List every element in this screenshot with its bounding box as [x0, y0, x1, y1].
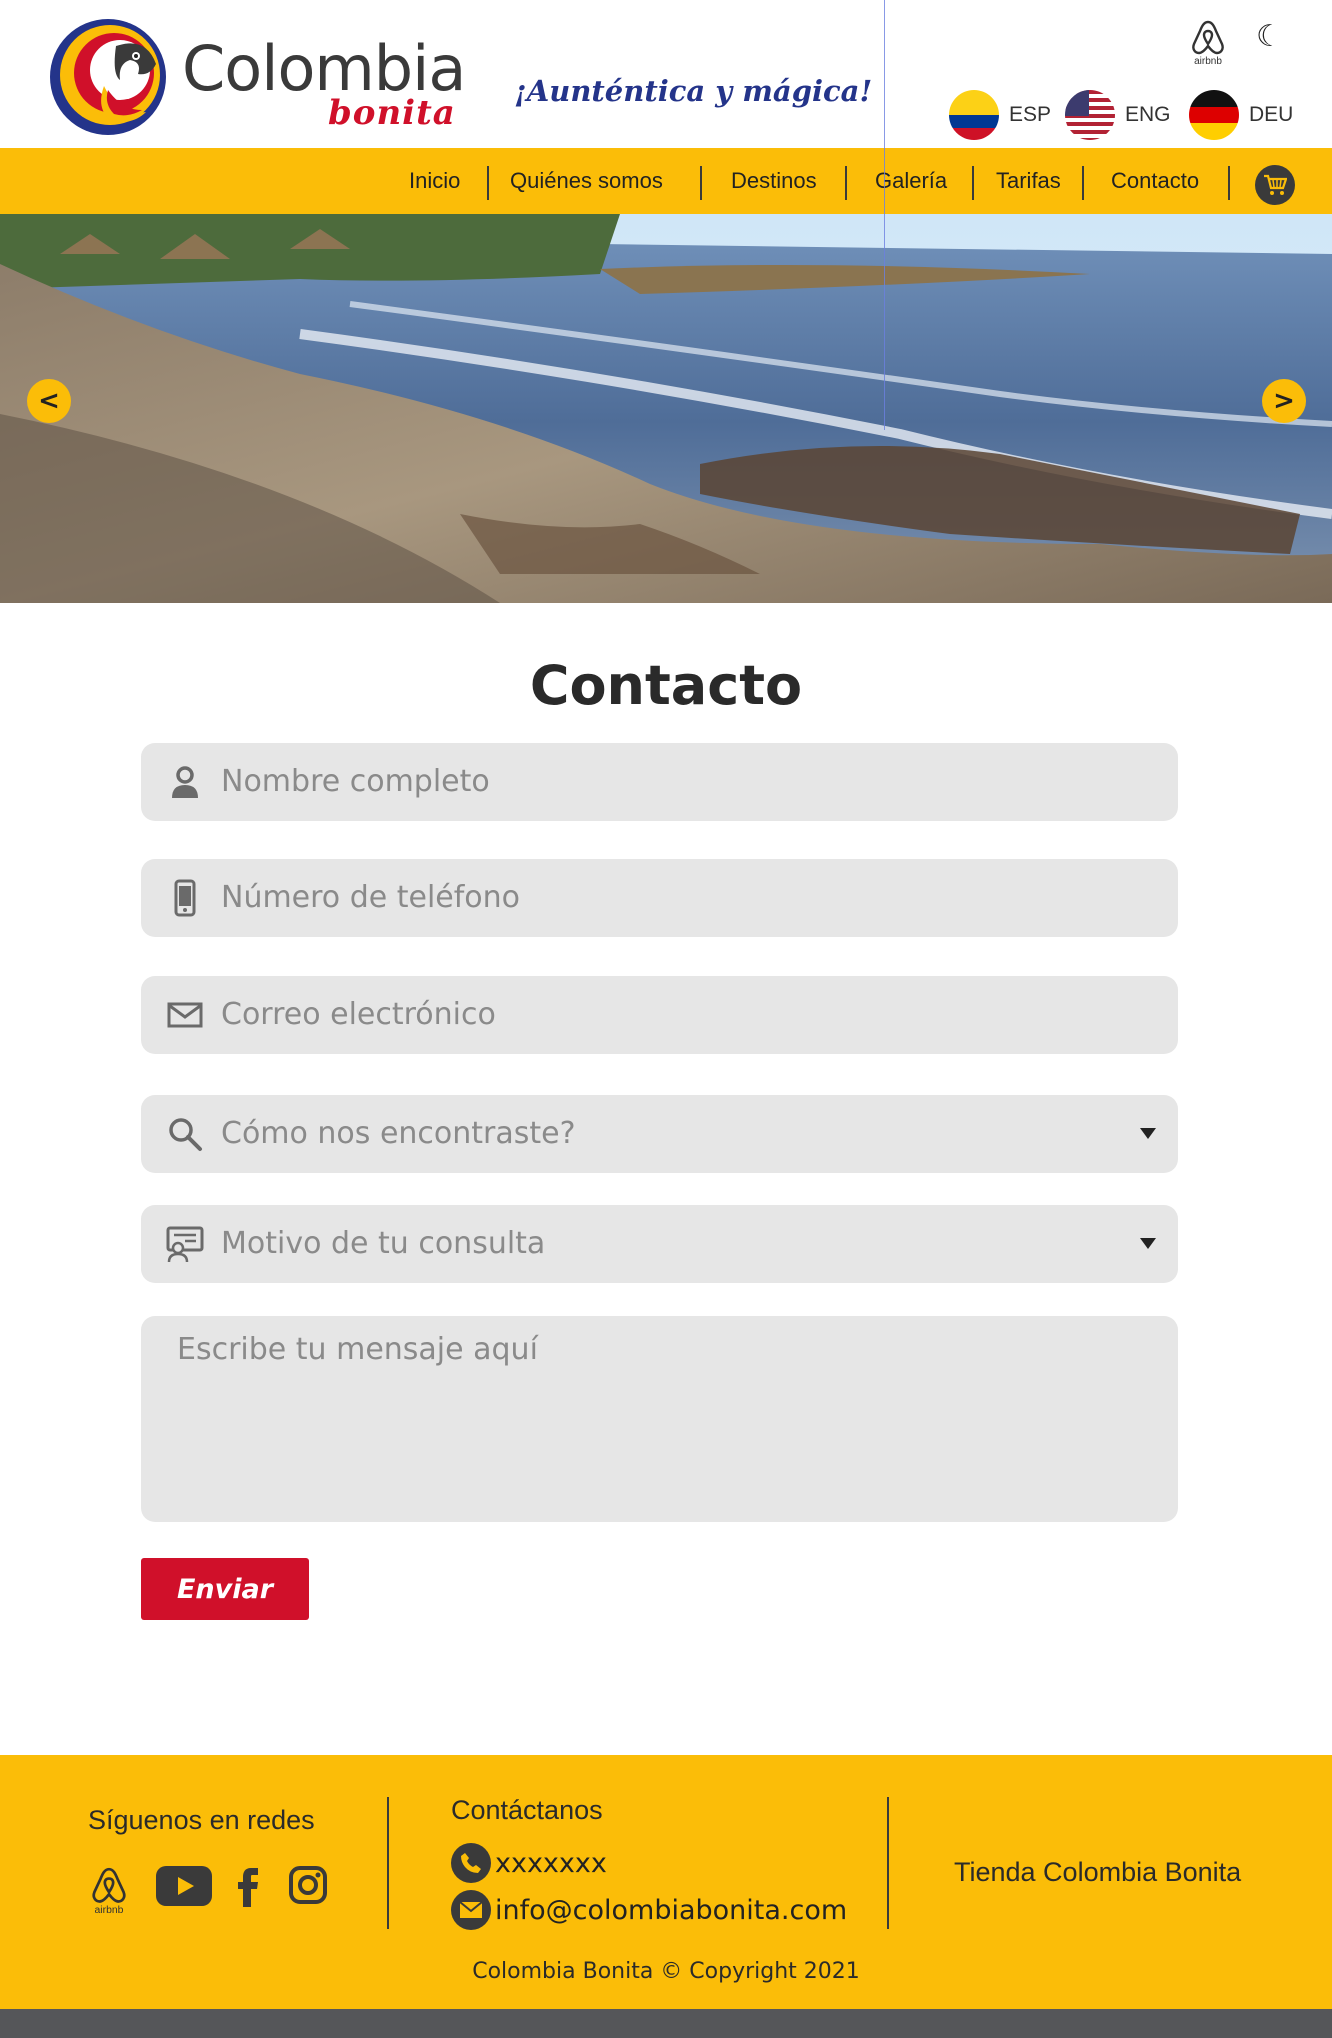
phone-field — [141, 859, 1178, 937]
svg-text:airbnb: airbnb — [1194, 56, 1222, 66]
instagram-link[interactable] — [288, 1865, 328, 1905]
footer-divider — [387, 1797, 389, 1929]
email-input[interactable] — [221, 976, 1121, 1054]
colombia-flag-icon — [949, 90, 999, 140]
instagram-icon — [289, 1866, 327, 1904]
email-field — [141, 976, 1178, 1054]
mail-icon — [451, 1890, 491, 1930]
parrot-logo-icon — [50, 19, 166, 135]
site-logo[interactable]: Colombia bonita — [46, 16, 466, 138]
nav-divider — [487, 166, 489, 200]
svg-text:airbnb: airbnb — [95, 1905, 124, 1915]
nav-item-inicio[interactable]: Inicio — [409, 168, 460, 194]
guide-line — [884, 0, 885, 430]
language-code: ESP — [1009, 103, 1052, 126]
phone-input[interactable] — [221, 859, 1121, 937]
cart-button[interactable] — [1255, 165, 1295, 205]
dark-mode-toggle-icon[interactable]: ☾ — [1256, 22, 1283, 52]
language-eng[interactable]: ENG — [1065, 90, 1171, 140]
nav-item-destinos[interactable]: Destinos — [731, 168, 817, 194]
airbnb-icon: airbnb — [92, 1867, 126, 1915]
copyright: Colombia Bonita © Copyright 2021 — [472, 1959, 860, 1984]
cart-icon — [1264, 174, 1287, 195]
page-title: Contacto — [529, 654, 803, 717]
source-select[interactable]: Cómo nos encontraste? — [141, 1095, 1178, 1173]
airbnb-link[interactable]: airbnb — [1186, 18, 1230, 67]
phone-icon — [165, 878, 205, 918]
footer-email[interactable]: info@colombiabonita.com — [451, 1890, 847, 1930]
footer-airbnb-link[interactable]: airbnb — [86, 1865, 132, 1915]
carousel-next-button[interactable]: > — [1262, 379, 1306, 423]
footer-phone[interactable]: xxxxxxx — [451, 1843, 607, 1883]
nav-item-contacto[interactable]: Contacto — [1111, 168, 1199, 194]
reason-select[interactable]: Motivo de tu consulta — [141, 1205, 1178, 1283]
nav-item-quienes-somos[interactable]: Quiénes somos — [510, 168, 663, 194]
email-address: info@colombiabonita.com — [495, 1894, 848, 1926]
site-footer: Síguenos en redes airbnb Contáctanos xxx… — [0, 1755, 1332, 2009]
mail-icon — [165, 995, 205, 1035]
send-button[interactable]: Enviar — [141, 1558, 309, 1620]
logo-wordmark: Colombia — [182, 32, 466, 105]
phone-icon — [451, 1843, 491, 1883]
nav-item-galeria[interactable]: Galería — [875, 168, 947, 194]
germany-flag-icon — [1189, 90, 1239, 140]
language-esp[interactable]: ESP — [949, 90, 1051, 140]
message-textarea[interactable] — [141, 1316, 1178, 1522]
carousel-prev-button[interactable]: < — [27, 379, 71, 423]
shop-link[interactable]: Tienda Colombia Bonita — [954, 1857, 1241, 1888]
source-select-value: Cómo nos encontraste? — [221, 1116, 576, 1151]
nav-divider — [1228, 166, 1230, 200]
nav-divider — [845, 166, 847, 200]
consultation-icon — [165, 1224, 205, 1264]
hero-carousel: < > — [0, 214, 1332, 603]
chevron-down-icon — [1140, 1238, 1156, 1249]
youtube-link[interactable] — [156, 1865, 212, 1907]
user-icon — [165, 762, 205, 802]
nav-divider — [700, 166, 702, 200]
logo-subtitle: bonita — [328, 93, 456, 133]
main-nav: Inicio Quiénes somos Destinos Galería Ta… — [0, 148, 1332, 214]
bottom-bar — [0, 2009, 1332, 2038]
nav-divider — [1082, 166, 1084, 200]
name-input[interactable] — [221, 743, 1121, 821]
chevron-down-icon — [1140, 1128, 1156, 1139]
facebook-link[interactable] — [234, 1865, 262, 1909]
site-header: Colombia bonita ¡Aunténtica y mágica! ai… — [0, 0, 1332, 148]
language-code: DEU — [1249, 103, 1294, 126]
youtube-icon — [156, 1866, 212, 1906]
usa-flag-icon — [1065, 90, 1115, 140]
nav-divider — [972, 166, 974, 200]
social-title: Síguenos en redes — [88, 1805, 315, 1835]
facebook-icon — [238, 1868, 258, 1907]
search-icon — [165, 1114, 205, 1154]
contact-title: Contáctanos — [451, 1795, 603, 1825]
beach-photo — [0, 214, 1332, 603]
tagline: ¡Aunténtica y mágica! — [514, 74, 873, 108]
name-field — [141, 743, 1178, 821]
footer-divider — [887, 1797, 889, 1929]
nav-item-tarifas[interactable]: Tarifas — [996, 168, 1061, 194]
language-deu[interactable]: DEU — [1189, 90, 1293, 140]
reason-select-value: Motivo de tu consulta — [221, 1226, 546, 1261]
language-code: ENG — [1125, 103, 1171, 126]
phone-number: xxxxxxx — [495, 1847, 607, 1879]
airbnb-icon: airbnb — [1192, 20, 1224, 67]
